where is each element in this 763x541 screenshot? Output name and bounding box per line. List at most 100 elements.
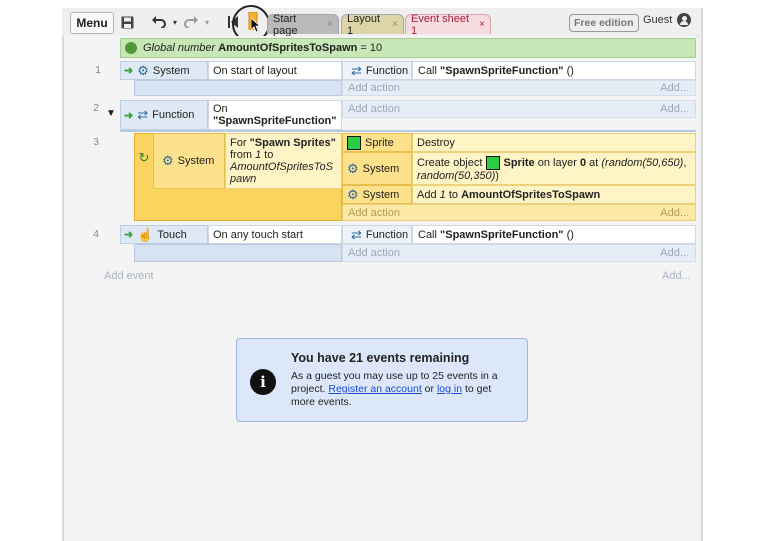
action-amount: 1 <box>439 188 446 201</box>
action-add-to-variable[interactable]: Add 1 to AmountOfSpritesToSpawn <box>412 185 696 204</box>
global-var-name: AmountOfSpritesToSpawn <box>218 42 358 54</box>
event-3-condition-object[interactable]: ⚙ System <box>153 133 225 189</box>
event-1-condition[interactable]: On start of layout <box>208 61 342 80</box>
action-variable: AmountOfSpritesToSpawn <box>461 188 601 201</box>
gear-icon: ⚙ <box>347 186 359 202</box>
info-icon: i <box>250 369 276 395</box>
trigger-arrow-icon: ➜ <box>124 229 134 241</box>
event-4-action[interactable]: Call "SpawnSpriteFunction" () <box>412 225 696 244</box>
action-object-system[interactable]: ⚙ System <box>342 152 412 185</box>
action-layer: 0 <box>579 156 587 169</box>
gear-icon: ⚙ <box>347 160 359 176</box>
save-icon[interactable] <box>118 13 136 31</box>
event-1-condition-object[interactable]: ➜ ⚙ System <box>120 61 208 80</box>
action-comma: , <box>683 156 687 169</box>
action-y-expr: random(50,350) <box>417 170 496 182</box>
action-create-object[interactable]: Create object Sprite on layer 0 at (rand… <box>412 152 696 185</box>
tab-close-icon[interactable]: × <box>479 19 485 30</box>
condition-line: On <box>213 103 228 115</box>
touch-icon: ☝ <box>137 226 154 242</box>
event-2-body <box>120 130 696 132</box>
event-4-body <box>134 244 342 262</box>
global-variable-row[interactable]: Global number AmountOfSpritesToSpawn = 1… <box>120 38 696 58</box>
action-paren: () <box>566 64 574 77</box>
condition-function-name: "SpawnSpriteFunction" <box>213 115 337 127</box>
action-object-name: Function <box>365 64 409 77</box>
add-action-short: Add... <box>660 247 689 259</box>
trigger-arrow-icon: ➜ <box>124 109 134 122</box>
action-object-system[interactable]: ⚙ System <box>342 185 412 204</box>
add-action-short: Add... <box>660 103 689 115</box>
events-remaining-notice: i You have 21 events remaining As a gues… <box>236 338 528 422</box>
free-edition-badge: Free edition <box>569 14 639 32</box>
tab-layout-1[interactable]: Layout 1 × <box>341 12 404 37</box>
global-var-value: = 10 <box>360 42 383 54</box>
add-action-short: Add... <box>660 206 689 219</box>
condition-object-name: System <box>152 64 190 77</box>
action-verb: Call <box>418 64 437 77</box>
add-event-short-button[interactable]: Add... <box>662 270 691 282</box>
add-action-button[interactable]: Add action Add... <box>342 204 696 221</box>
trigger-arrow-icon: ➜ <box>124 65 134 77</box>
action-verb: Add <box>417 188 437 201</box>
register-link[interactable]: Register an account <box>328 383 421 395</box>
event-2-condition[interactable]: On "SpawnSpriteFunction" <box>208 100 342 130</box>
action-object-name: System <box>362 188 400 201</box>
tab-event-sheet-1[interactable]: Event sheet 1 × <box>405 12 491 37</box>
sprite-icon <box>347 135 361 150</box>
action-arg: "SpawnSpriteFunction" <box>440 228 564 241</box>
action-object-sprite[interactable]: Sprite <box>342 133 412 152</box>
event-3-condition[interactable]: For "Spawn Sprites" from 1 to AmountOfSp… <box>225 133 342 189</box>
action-text: at <box>589 156 599 169</box>
add-action-label: Add action <box>348 247 400 259</box>
condition-object-name: Touch <box>157 228 187 241</box>
notice-body: As a guest you may use up to 25 events i… <box>291 370 498 408</box>
action-object-arg: Sprite <box>503 156 535 169</box>
redo-dropdown-icon[interactable]: ▾ <box>198 13 216 31</box>
action-arg: "SpawnSpriteFunction" <box>440 64 564 77</box>
function-icon: ⇄ <box>351 62 362 78</box>
tab-start-page[interactable]: Start page × <box>267 13 339 37</box>
tab-close-icon[interactable]: × <box>327 19 333 30</box>
notice-title: You have 21 events remaining <box>291 351 470 365</box>
user-label: Guest <box>643 14 673 26</box>
event-4-condition[interactable]: On any touch start <box>208 225 342 244</box>
tab-label: Event sheet 1 <box>411 12 470 37</box>
event-number: 4 <box>93 228 99 240</box>
loop-line-1: For "Spawn Sprites" <box>230 137 336 149</box>
login-link[interactable]: log in <box>437 383 462 395</box>
action-verb: Call <box>418 228 437 241</box>
add-action-short: Add... <box>660 82 689 94</box>
event-4-condition-object[interactable]: ➜ ☝ Touch <box>120 225 208 244</box>
event-2-condition-object[interactable]: ➜ ⇄ Function <box>120 100 208 130</box>
add-action-label: Add action <box>348 103 400 115</box>
event-number: 1 <box>95 64 101 76</box>
action-object-name: Sprite <box>365 136 394 149</box>
collapse-arrow-icon[interactable]: ▼ <box>106 108 116 119</box>
action-object-name: System <box>362 162 400 175</box>
tab-close-icon[interactable]: × <box>392 19 398 30</box>
action-object-name: Function <box>365 228 409 241</box>
event-1-action[interactable]: Call "SpawnSpriteFunction" () <box>412 61 696 80</box>
add-event-button[interactable]: Add event <box>104 270 154 282</box>
action-destroy[interactable]: Destroy <box>412 133 696 152</box>
event-1-action-object[interactable]: ⇄ Function <box>342 61 412 80</box>
gear-icon: ⚙ <box>162 153 174 168</box>
condition-object-name: System <box>177 155 215 167</box>
global-var-prefix: Global number <box>143 42 216 54</box>
action-x-expr: (random(50,650) <box>601 156 684 169</box>
action-paren: () <box>566 228 574 241</box>
user-icon[interactable] <box>677 13 691 27</box>
add-action-button[interactable]: Add action Add... <box>342 80 696 96</box>
tab-label: Layout 1 <box>347 12 381 37</box>
menu-button[interactable]: Menu <box>70 12 114 34</box>
action-text: on layer <box>537 156 577 169</box>
action-verb: Create object <box>417 156 483 169</box>
add-action-button[interactable]: Add action Add... <box>342 100 696 118</box>
add-action-button[interactable]: Add action Add... <box>342 244 696 262</box>
condition-object-name: Function <box>152 109 195 121</box>
function-icon: ⇄ <box>137 107 149 122</box>
action-text: to <box>448 188 459 201</box>
event-1-body <box>134 80 342 96</box>
event-4-action-object[interactable]: ⇄ Function <box>342 225 412 244</box>
